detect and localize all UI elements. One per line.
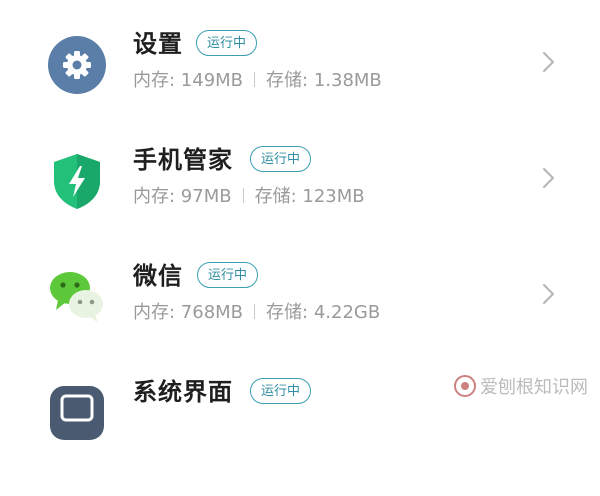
chevron-right-icon[interactable] [538, 281, 558, 307]
app-name: 手机管家 [133, 146, 233, 174]
divider [254, 304, 256, 319]
settings-gear-icon [48, 36, 106, 94]
app-usage: 内存: 768MB 存储: 4.22GB [133, 300, 380, 326]
status-badge: 运行中 [196, 30, 258, 56]
app-name: 设置 [133, 30, 183, 58]
app-name: 系统界面 [133, 378, 233, 406]
watermark-logo-icon [454, 375, 476, 397]
app-usage: 内存: 149MB 存储: 1.38MB [133, 68, 382, 94]
divider [242, 188, 244, 203]
app-name: 微信 [133, 262, 183, 290]
watermark: 爱刨根知识网 [454, 373, 588, 399]
app-row-phone-manager[interactable]: 手机管家 运行中 内存: 97MB 存储: 123MB [0, 146, 600, 264]
memory-usage: 内存: 768MB [133, 302, 244, 323]
memory-usage: 内存: 97MB [133, 186, 232, 207]
wechat-icon [48, 268, 106, 326]
status-badge: 运行中 [250, 146, 312, 172]
storage-usage: 存储: 1.38MB [266, 70, 382, 91]
app-usage: 内存: 97MB 存储: 123MB [133, 184, 365, 210]
chevron-right-icon[interactable] [538, 165, 558, 191]
status-badge: 运行中 [250, 378, 312, 404]
app-row-wechat[interactable]: 微信 运行中 内存: 768MB 存储: 4.22GB [0, 262, 600, 380]
watermark-text: 爱刨根知识网 [480, 377, 588, 398]
chevron-right-icon[interactable] [538, 49, 558, 75]
storage-usage: 存储: 123MB [254, 186, 365, 207]
app-row-settings[interactable]: 设置 运行中 内存: 149MB 存储: 1.38MB [0, 30, 600, 148]
system-ui-icon [48, 384, 106, 442]
status-badge: 运行中 [197, 262, 259, 288]
storage-usage: 存储: 4.22GB [266, 302, 381, 323]
divider [254, 72, 256, 87]
memory-usage: 内存: 149MB [133, 70, 244, 91]
shield-bolt-icon [48, 152, 106, 210]
